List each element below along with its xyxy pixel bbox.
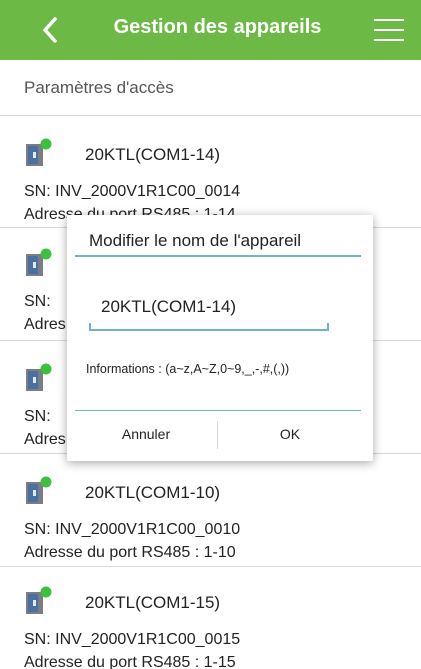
device-port: Adresse du port RS485 : 1-10: [24, 544, 236, 561]
device-port: Adresse du port RS485 : 1-15: [24, 654, 236, 669]
device-port: Adres: [24, 316, 66, 333]
divider: [0, 566, 421, 567]
cancel-button[interactable]: Annuler: [75, 413, 217, 455]
rename-dialog: Modifier le nom de l'appareil Informatio…: [67, 215, 373, 461]
device-serial: SN: INV_2000V1R1C00_0010: [24, 521, 241, 538]
divider: [75, 255, 361, 257]
inverter-icon: [26, 586, 52, 614]
divider: [0, 115, 421, 116]
device-serial: SN: INV_2000V1R1C00_0015: [24, 631, 241, 648]
device-name: 20KTL(COM1-15): [85, 593, 221, 612]
device-name: 20KTL(COM1-14): [85, 145, 221, 164]
divider: [217, 421, 218, 449]
inverter-icon: [26, 476, 52, 504]
app-bar: Gestion des appareils: [0, 0, 421, 60]
inverter-icon: [26, 138, 52, 166]
allowed-characters-info: Informations : (a~z,A~Z,0~9,_,-,#,(,)): [86, 362, 290, 376]
device-serial: SN: INV_2000V1R1C00_0014: [24, 183, 241, 200]
device-item[interactable]: 20KTL(COM1-15) SN: INV_2000V1R1C00_0015 …: [0, 568, 421, 669]
dialog-title: Modifier le nom de l'appareil: [89, 231, 302, 250]
input-underline: [89, 323, 329, 331]
device-name: 20KTL(COM1-10): [85, 483, 221, 502]
section-header: Paramètres d'accès: [24, 78, 174, 97]
device-serial: SN:: [24, 293, 51, 310]
inverter-icon: [26, 363, 52, 391]
divider: [75, 410, 361, 411]
device-port: Adres: [24, 431, 66, 448]
device-item[interactable]: 20KTL(COM1-10) SN: INV_2000V1R1C00_0010 …: [0, 458, 421, 573]
page-title: Gestion des appareils: [113, 16, 322, 38]
ok-button[interactable]: OK: [219, 413, 361, 455]
inverter-icon: [26, 248, 52, 276]
hamburger-menu-icon[interactable]: [374, 19, 404, 41]
device-serial: SN:: [24, 408, 51, 425]
